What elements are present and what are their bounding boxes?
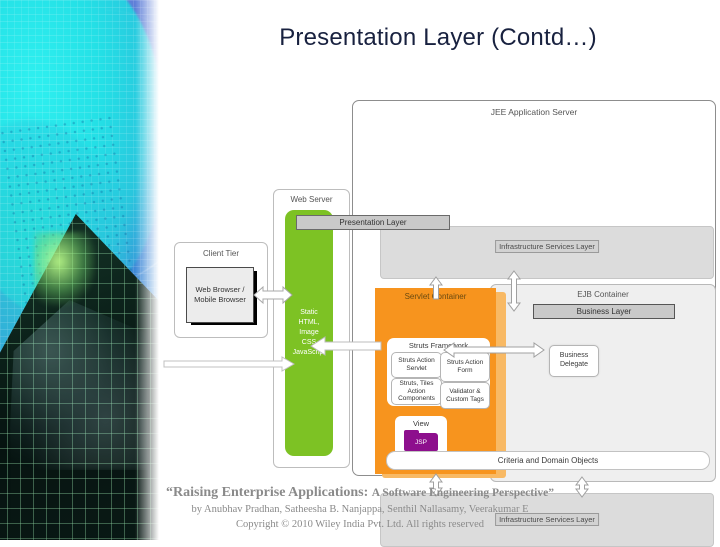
arrow-servlet-to-infra-top xyxy=(429,276,443,300)
jee-application-server-label: JEE Application Server xyxy=(490,107,578,117)
presentation-layer-bar: Presentation Layer xyxy=(296,215,450,230)
footer-title-main: “Raising Enterprise Applications: xyxy=(166,485,372,500)
struts-tiles-action-components-box: Struts, Tiles Action Components xyxy=(391,378,442,405)
web-content-line-1: Static xyxy=(300,308,318,316)
web-server-label: Web Server xyxy=(290,195,333,204)
footer-authors: by Anubhav Pradhan, Satheesha B. Nanjapp… xyxy=(191,504,529,516)
view-box: View JSP xyxy=(395,416,447,456)
architecture-diagram: JEE Application Server Infrastructure Se… xyxy=(163,96,718,547)
infrastructure-services-layer-top-label: Infrastructure Services Layer xyxy=(495,240,599,253)
business-delegate-line-1: Business xyxy=(559,352,589,360)
web-content-line-2: HTML, xyxy=(298,318,320,326)
arrow-to-struts-components xyxy=(163,356,295,372)
browser-line-1: Web Browser / xyxy=(195,285,245,295)
browser-line-2: Mobile Browser xyxy=(194,295,246,304)
servlet-container: Servlet Container Struts Framework Strut… xyxy=(375,288,496,474)
arrow-delegate-to-struts xyxy=(443,342,545,358)
jsp-folder-icon: JSP xyxy=(404,430,438,451)
footer-copyright: Copyright © 2010 Wiley India Pvt. Ltd. A… xyxy=(236,519,484,531)
business-layer-bar: Business Layer xyxy=(533,304,675,319)
struts-action-servlet-box: Struts Action Servlet xyxy=(391,352,442,378)
jsp-folder-label: JSP xyxy=(404,433,438,451)
footer-book-title: “Raising Enterprise Applications: A Soft… xyxy=(0,484,720,502)
infrastructure-services-layer-top: Infrastructure Services Layer xyxy=(380,226,714,279)
ejb-container-label: EJB Container xyxy=(577,290,629,299)
arrow-ejb-to-infra-top xyxy=(507,270,521,312)
client-tier-label: Client Tier xyxy=(202,249,239,258)
tower-highlight xyxy=(34,232,96,306)
validator-custom-tags-box: Validator & Custom Tags xyxy=(440,382,490,409)
decorative-side-image xyxy=(0,0,161,540)
web-static-content-box: Static HTML, Image CSS JavaScript xyxy=(285,210,333,456)
image-fade-edge xyxy=(135,0,161,540)
criteria-and-domain-objects-bar: Criteria and Domain Objects xyxy=(386,451,710,470)
business-delegate-box: Business Delegate xyxy=(549,345,599,377)
view-label: View xyxy=(412,419,430,428)
arrow-struts-to-web-content xyxy=(310,336,382,356)
business-delegate-line-2: Delegate xyxy=(559,361,589,368)
page-title: Presentation Layer (Contd…) xyxy=(279,24,597,51)
footer-title-subtitle: A Software Engineering Perspective” xyxy=(371,487,554,499)
browser-box: Web Browser / Mobile Browser xyxy=(186,267,254,323)
arrow-client-to-webserver xyxy=(253,285,293,305)
footer: “Raising Enterprise Applications: A Soft… xyxy=(0,484,720,533)
